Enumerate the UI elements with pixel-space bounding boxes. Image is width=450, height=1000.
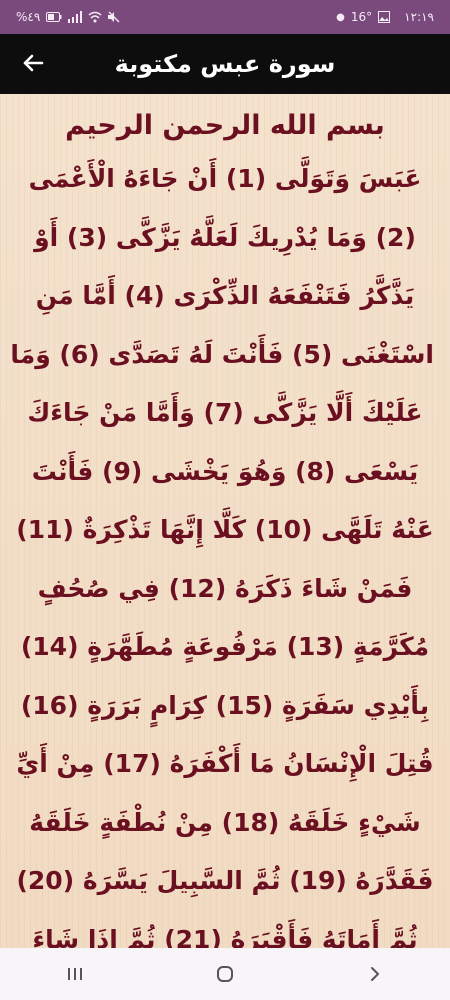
verse-line: ثُمَّ أَمَاتَهُ فَأَقْبَرَهُ (21) ثُمَّ …	[32, 924, 418, 949]
signal-icon	[68, 11, 83, 23]
home-button[interactable]	[205, 954, 245, 994]
back-button[interactable]	[18, 48, 48, 78]
status-icons-right: ● 16° ١٢:١٩	[336, 10, 434, 24]
arrow-left-icon	[23, 54, 44, 72]
battery-icon	[46, 12, 62, 22]
notification-dot-icon: ●	[336, 11, 345, 23]
system-nav-bar	[0, 948, 450, 1000]
surah-text-panel[interactable]: بسم الله الرحمن الرحيم عَبَسَ وَتَوَلَّى…	[0, 94, 450, 948]
verse-line: فَقَدَّرَهُ (19) ثُمَّ السَّبِيلَ يَسَّر…	[16, 866, 434, 895]
temperature: 16°	[350, 10, 373, 24]
verse-line: يَذَّكَّرُ فَتَنْفَعَهُ الذِّكْرَى (4) أ…	[35, 281, 415, 310]
verse-line: (2) وَمَا يُدْرِيكَ لَعَلَّهُ يَزَّكَّى …	[34, 222, 416, 252]
verse-line: اسْتَغْنَى (5) فَأَنْتَ لَهُ تَصَدَّى (6…	[10, 339, 434, 369]
mute-icon	[108, 11, 120, 23]
system-back-button[interactable]	[355, 954, 395, 994]
verse-line: عَبَسَ وَتَوَلَّى (1) أَنْ جَاءَهُ الْأَ…	[28, 164, 422, 193]
wifi-icon	[88, 11, 102, 23]
app-bar: سورة عبس مكتوبة	[0, 34, 450, 94]
basmala: بسم الله الرحمن الرحيم	[65, 110, 385, 141]
home-icon	[217, 966, 233, 982]
page-title: سورة عبس مكتوبة	[114, 50, 336, 78]
status-bar: %٤٩ ● 16° ١٢:١٩	[0, 0, 450, 34]
recent-apps-button[interactable]	[55, 954, 95, 994]
status-icons-left: %٤٩	[16, 10, 120, 24]
verse-line: مُكَرَّمَةٍ (13) مَرْفُوعَةٍ مُطَهَّرَةٍ…	[20, 632, 430, 661]
gallery-icon	[378, 11, 391, 23]
verse-line: يَسْعَى (8) وَهُوَ يَخْشَى (9) فَأَنْتَ	[31, 456, 419, 486]
battery-percentage: %٤٩	[16, 10, 41, 24]
chevron-right-icon	[371, 967, 379, 981]
verse-line: بِأَيْدِي سَفَرَةٍ (15) كِرَامٍ بَرَرَةٍ…	[20, 690, 430, 720]
verse-line: قُتِلَ الْإِنْسَانُ مَا أَكْفَرَهُ (17) …	[16, 749, 434, 778]
clock: ١٢:١٩	[404, 10, 434, 24]
recent-apps-icon	[68, 968, 82, 980]
verse-line: عَلَيْكَ أَلَّا يَزَّكَّى (7) وَأَمَّا م…	[27, 398, 423, 427]
verse-line: شَيْءٍ خَلَقَهُ (18) مِنْ نُطْفَةٍ خَلَق…	[29, 807, 421, 837]
verse-line: عَنْهُ تَلَهَّى (10) كَلَّا إِنَّهَا تَذ…	[16, 515, 434, 544]
verse-line: فَمَنْ شَاءَ ذَكَرَهُ (12) فِي صُحُفٍ	[37, 573, 413, 603]
